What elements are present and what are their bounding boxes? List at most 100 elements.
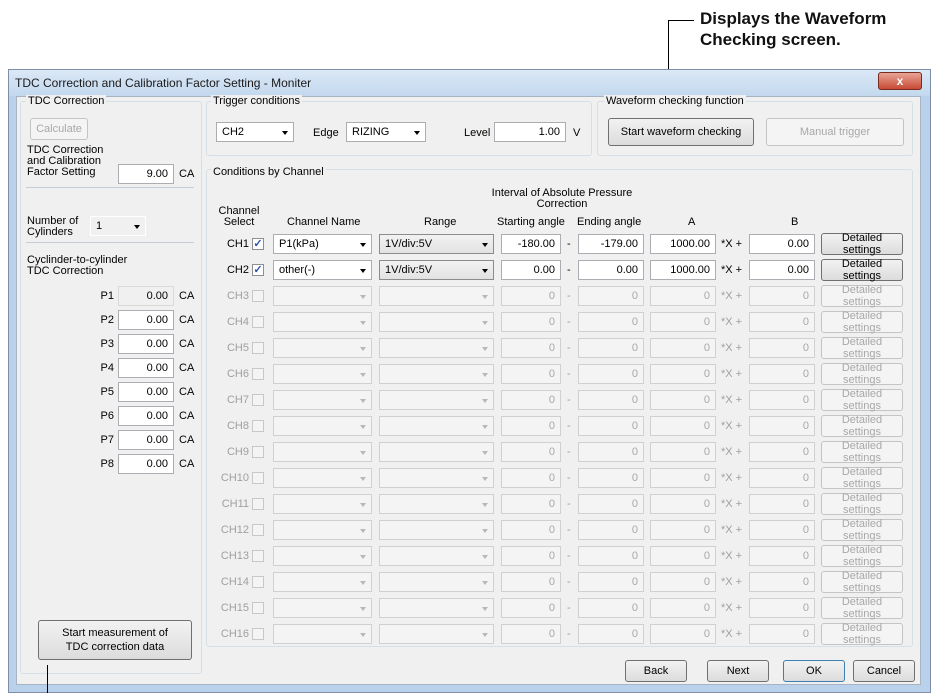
channel-checkbox[interactable]	[252, 628, 264, 640]
end-angle-field[interactable]: 0.00	[578, 260, 644, 280]
ok-button[interactable]: OK	[783, 660, 845, 682]
range-select[interactable]	[379, 286, 494, 306]
channel-checkbox[interactable]	[252, 602, 264, 614]
end-angle-field[interactable]: 0	[578, 338, 644, 358]
detailed-settings-button[interactable]: Detailed settings	[821, 518, 903, 542]
edge-select[interactable]: RIZING	[346, 122, 426, 142]
detailed-settings-button[interactable]: Detailed settings	[821, 284, 903, 308]
end-angle-field[interactable]: 0	[578, 520, 644, 540]
channel-checkbox[interactable]	[252, 498, 264, 510]
channel-checkbox[interactable]	[252, 420, 264, 432]
detailed-settings-button[interactable]: Detailed settings	[821, 232, 903, 256]
channel-checkbox[interactable]: ✓	[252, 264, 264, 276]
range-select[interactable]	[379, 390, 494, 410]
level-field[interactable]: 1.00	[494, 122, 566, 142]
channel-name-select[interactable]	[273, 338, 372, 358]
detailed-settings-button[interactable]: Detailed settings	[821, 414, 903, 438]
coefficient-a-field[interactable]: 1000.00	[650, 260, 716, 280]
coefficient-b-field[interactable]: 0	[749, 442, 815, 462]
range-select[interactable]	[379, 468, 494, 488]
channel-checkbox[interactable]	[252, 576, 264, 588]
start-measurement-button[interactable]: Start measurement of TDC correction data	[38, 620, 192, 660]
coefficient-b-field[interactable]: 0	[749, 364, 815, 384]
cylinder-correction-field[interactable]: 0.00	[118, 454, 174, 474]
back-button[interactable]: Back	[625, 660, 687, 682]
coefficient-b-field[interactable]: 0	[749, 286, 815, 306]
end-angle-field[interactable]: 0	[578, 494, 644, 514]
detailed-settings-button[interactable]: Detailed settings	[821, 336, 903, 360]
next-button[interactable]: Next	[707, 660, 769, 682]
detailed-settings-button[interactable]: Detailed settings	[821, 258, 903, 282]
detailed-settings-button[interactable]: Detailed settings	[821, 362, 903, 386]
coefficient-b-field[interactable]: 0	[749, 390, 815, 410]
cylinder-correction-field[interactable]: 0.00	[118, 358, 174, 378]
coefficient-a-field[interactable]: 0	[650, 598, 716, 618]
channel-name-select[interactable]	[273, 312, 372, 332]
start-angle-field[interactable]: 0	[501, 598, 561, 618]
range-select[interactable]	[379, 416, 494, 436]
start-angle-field[interactable]: 0	[501, 520, 561, 540]
detailed-settings-button[interactable]: Detailed settings	[821, 310, 903, 334]
channel-name-select[interactable]	[273, 364, 372, 384]
coefficient-a-field[interactable]: 1000.00	[650, 234, 716, 254]
range-select[interactable]: 1V/div:5V	[379, 234, 494, 254]
detailed-settings-button[interactable]: Detailed settings	[821, 622, 903, 646]
channel-name-select[interactable]	[273, 390, 372, 410]
manual-trigger-button[interactable]: Manual trigger	[766, 118, 904, 146]
detailed-settings-button[interactable]: Detailed settings	[821, 544, 903, 568]
channel-checkbox[interactable]: ✓	[252, 238, 264, 250]
coefficient-b-field[interactable]: 0	[749, 572, 815, 592]
calfactor-field[interactable]: 9.00	[118, 164, 174, 184]
channel-checkbox[interactable]	[252, 472, 264, 484]
start-angle-field[interactable]: 0	[501, 312, 561, 332]
channel-checkbox[interactable]	[252, 290, 264, 302]
range-select[interactable]	[379, 312, 494, 332]
start-angle-field[interactable]: 0	[501, 442, 561, 462]
coefficient-b-field[interactable]: 0	[749, 468, 815, 488]
start-angle-field[interactable]: 0	[501, 468, 561, 488]
coefficient-b-field[interactable]: 0	[749, 624, 815, 644]
detailed-settings-button[interactable]: Detailed settings	[821, 596, 903, 620]
start-angle-field[interactable]: 0	[501, 572, 561, 592]
range-select[interactable]	[379, 572, 494, 592]
cylinder-correction-field[interactable]: 0.00	[118, 430, 174, 450]
channel-name-select[interactable]: other(-)	[273, 260, 372, 280]
trigger-source-select[interactable]: CH2	[216, 122, 294, 142]
start-angle-field[interactable]: 0	[501, 624, 561, 644]
start-angle-field[interactable]: 0	[501, 286, 561, 306]
start-waveform-checking-button[interactable]: Start waveform checking	[608, 118, 754, 146]
end-angle-field[interactable]: 0	[578, 286, 644, 306]
end-angle-field[interactable]: 0	[578, 364, 644, 384]
range-select[interactable]	[379, 494, 494, 514]
end-angle-field[interactable]: 0	[578, 468, 644, 488]
coefficient-b-field[interactable]: 0	[749, 520, 815, 540]
channel-name-select[interactable]	[273, 520, 372, 540]
coefficient-b-field[interactable]: 0	[749, 338, 815, 358]
end-angle-field[interactable]: 0	[578, 312, 644, 332]
start-angle-field[interactable]: 0	[501, 546, 561, 566]
range-select[interactable]	[379, 598, 494, 618]
coefficient-a-field[interactable]: 0	[650, 416, 716, 436]
end-angle-field[interactable]: 0	[578, 624, 644, 644]
start-angle-field[interactable]: 0.00	[501, 260, 561, 280]
channel-name-select[interactable]	[273, 416, 372, 436]
coefficient-a-field[interactable]: 0	[650, 624, 716, 644]
coefficient-a-field[interactable]: 0	[650, 338, 716, 358]
coefficient-b-field[interactable]: 0	[749, 598, 815, 618]
start-angle-field[interactable]: 0	[501, 338, 561, 358]
range-select[interactable]	[379, 364, 494, 384]
end-angle-field[interactable]: -179.00	[578, 234, 644, 254]
range-select[interactable]: 1V/div:5V	[379, 260, 494, 280]
end-angle-field[interactable]: 0	[578, 390, 644, 410]
detailed-settings-button[interactable]: Detailed settings	[821, 466, 903, 490]
channel-name-select[interactable]	[273, 546, 372, 566]
range-select[interactable]	[379, 338, 494, 358]
coefficient-a-field[interactable]: 0	[650, 494, 716, 514]
coefficient-a-field[interactable]: 0	[650, 442, 716, 462]
calculate-button[interactable]: Calculate	[30, 118, 88, 140]
channel-name-select[interactable]	[273, 286, 372, 306]
coefficient-a-field[interactable]: 0	[650, 468, 716, 488]
coefficient-b-field[interactable]: 0.00	[749, 234, 815, 254]
coefficient-b-field[interactable]: 0.00	[749, 260, 815, 280]
channel-name-select[interactable]: P1(kPa)	[273, 234, 372, 254]
